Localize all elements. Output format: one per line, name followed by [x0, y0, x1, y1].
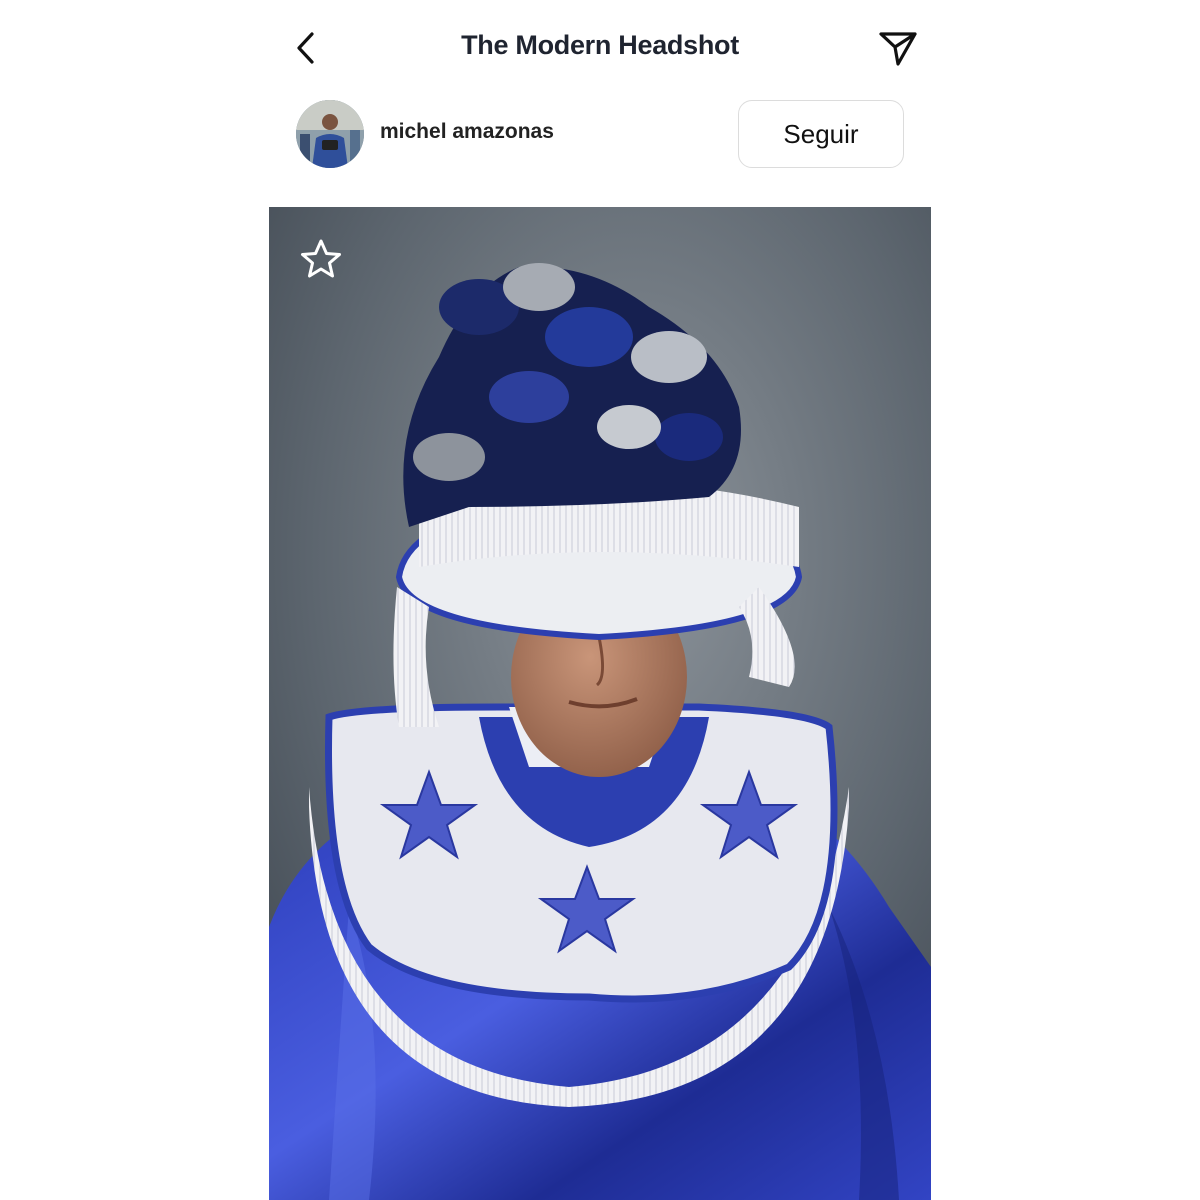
avatar[interactable]	[296, 100, 364, 168]
follow-button[interactable]: Seguir	[738, 100, 904, 168]
pin-detail-screen: The Modern Headshot michel amazonas Segu…	[0, 0, 1200, 1200]
avatar-image	[296, 100, 364, 168]
favorite-button[interactable]	[299, 237, 343, 281]
page-title: The Modern Headshot	[461, 30, 739, 60]
share-button[interactable]	[878, 28, 918, 68]
post-photo[interactable]	[269, 207, 931, 1200]
send-icon	[879, 32, 917, 66]
top-bar: The Modern Headshot	[270, 0, 930, 100]
star-outline-icon	[301, 239, 341, 278]
portrait-photo-image	[269, 207, 931, 1200]
author-row: michel amazonas Seguir	[296, 98, 904, 170]
author-name[interactable]: michel amazonas	[380, 120, 554, 144]
